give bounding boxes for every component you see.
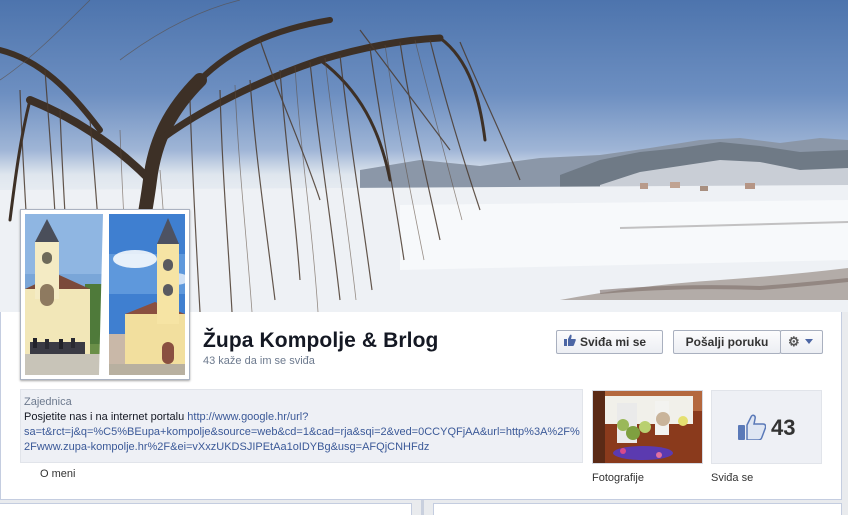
about-section: Zajednica Posjetite nas i na internet po…	[20, 389, 583, 463]
likes-app-label[interactable]: Sviđa se	[711, 472, 753, 484]
timeline-spine	[421, 500, 424, 515]
chevron-down-icon	[804, 339, 813, 345]
photos-thumbnail-image	[593, 391, 702, 463]
thumbs-up-icon	[564, 331, 576, 353]
timeline-right-column	[433, 503, 842, 515]
about-text-prefix: Posjetite nas i na internet portalu	[24, 411, 188, 423]
gear-icon: ⚙	[788, 334, 800, 349]
page-title: Župa Kompolje & Brlog	[203, 329, 439, 352]
settings-menu-button[interactable]: ⚙	[780, 330, 823, 354]
likes-count-text: 43 kaže da im se sviđa	[203, 355, 315, 367]
facebook-page: Župa Kompolje & Brlog 43 kaže da im se s…	[0, 0, 848, 515]
likes-app-tile[interactable]: 43	[711, 390, 822, 464]
timeline-left-column	[0, 503, 412, 515]
likes-count: 43	[771, 415, 796, 440]
send-message-button[interactable]: Pošalji poruku	[673, 330, 781, 354]
photos-app-tile[interactable]	[592, 390, 703, 464]
photos-app-label[interactable]: Fotografije	[592, 472, 644, 484]
church-photo-collage	[25, 214, 185, 375]
like-button[interactable]: Sviđa mi se	[556, 330, 663, 354]
page-category: Zajednica	[24, 396, 72, 408]
about-description: Posjetite nas i na internet portalu http…	[24, 410, 580, 455]
like-button-label: Sviđa mi se	[580, 335, 647, 349]
about-me-link[interactable]: O meni	[40, 468, 75, 480]
thumbs-up-icon	[738, 414, 767, 443]
profile-picture[interactable]	[20, 209, 190, 380]
